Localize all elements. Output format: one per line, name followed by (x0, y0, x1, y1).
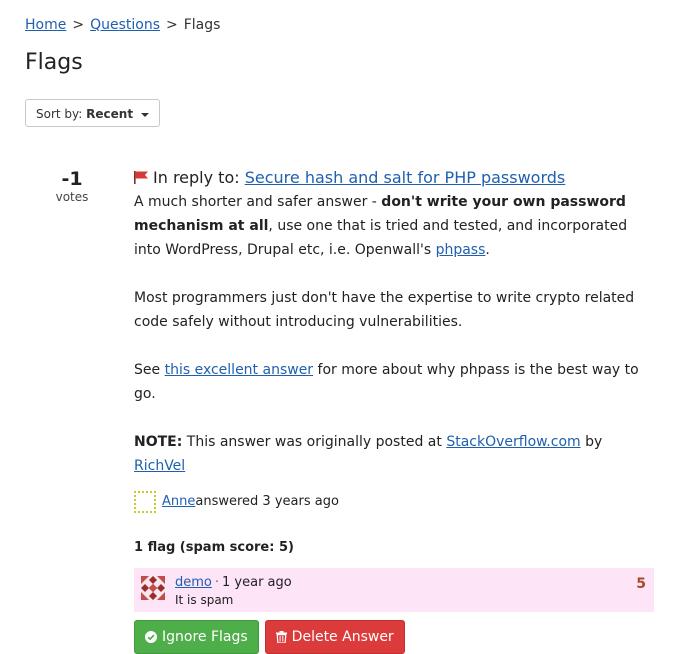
stackoverflow-link[interactable]: StackOverflow.com (446, 434, 580, 450)
question-link[interactable]: Secure hash and salt for PHP passwords (245, 168, 566, 187)
answer-paragraph: Most programmers just don't have the exp… (134, 290, 635, 330)
answer-body: A much shorter and safer answer - don't … (134, 190, 654, 478)
breadcrumb-separator: > (166, 17, 178, 33)
flag-user: demo · 1 year ago It is spam (141, 574, 644, 608)
reply-line: In reply to: Secure hash and salt for PH… (134, 166, 654, 190)
note-label: NOTE: (134, 434, 183, 450)
flag-actions: Ignore Flags Delete Answer (134, 620, 654, 654)
excellent-answer-link[interactable]: this excellent answer (165, 362, 313, 378)
flag-user-link[interactable]: demo (175, 575, 212, 590)
author-action: answered 3 years ago (195, 494, 339, 509)
caret-down-icon (140, 112, 149, 117)
breadcrumb-questions-link[interactable]: Questions (90, 17, 160, 33)
answer-author: Anne answered 3 years ago (134, 490, 654, 514)
sort-dropdown-button[interactable]: Sort by: Recent (25, 99, 160, 127)
author-link[interactable]: Anne (162, 490, 195, 514)
flagged-answer: In reply to: Secure hash and salt for PH… (134, 166, 654, 654)
flags-heading: 1 flag (spam score: 5) (134, 540, 294, 555)
sort-label: Sort by: (36, 107, 83, 121)
trash-icon (275, 631, 287, 643)
note-text: by (580, 434, 603, 450)
ignore-flags-button[interactable]: Ignore Flags (134, 620, 259, 654)
answer-text: . (485, 242, 490, 258)
breadcrumb-current: Flags (183, 17, 221, 33)
answer-paragraph: A much shorter and safer answer - don't … (134, 190, 654, 262)
answer-text: See (134, 362, 165, 378)
richvel-link[interactable]: RichVel (134, 458, 185, 474)
vote-box: -1 votes (50, 168, 94, 204)
phpass-link[interactable]: phpass (436, 242, 486, 258)
vote-label: votes (55, 190, 89, 204)
flag-item: demo · 1 year ago It is spam 5 (134, 568, 654, 612)
delete-answer-button[interactable]: Delete Answer (264, 620, 405, 654)
flag-meta: demo · 1 year ago (175, 574, 292, 592)
sort-value: Recent (86, 107, 134, 121)
delete-answer-label: Delete Answer (291, 629, 394, 645)
breadcrumb-home-link[interactable]: Home (25, 17, 66, 33)
check-circle-icon (145, 631, 157, 643)
breadcrumb-separator: > (72, 17, 85, 33)
answer-text: A much shorter and safer answer - (134, 194, 382, 210)
avatar (134, 491, 156, 513)
ignore-flags-label: Ignore Flags (162, 629, 248, 645)
breadcrumb: Home > Questions > Flags (25, 17, 220, 33)
meta-separator: · (214, 575, 220, 590)
reply-prefix: In reply to: (153, 168, 240, 187)
avatar (141, 576, 165, 600)
note-text: This answer was originally posted at (182, 434, 447, 450)
flag-reason: It is spam (175, 593, 234, 607)
flag-score: 5 (636, 576, 646, 592)
page-title: Flags (25, 50, 83, 75)
flag-time: 1 year ago (222, 575, 292, 590)
vote-count: -1 (61, 168, 83, 190)
answer-note: NOTE: This answer was originally posted … (134, 430, 654, 478)
answer-paragraph: See this excellent answer for more about… (134, 358, 654, 406)
flag-icon (134, 171, 148, 184)
